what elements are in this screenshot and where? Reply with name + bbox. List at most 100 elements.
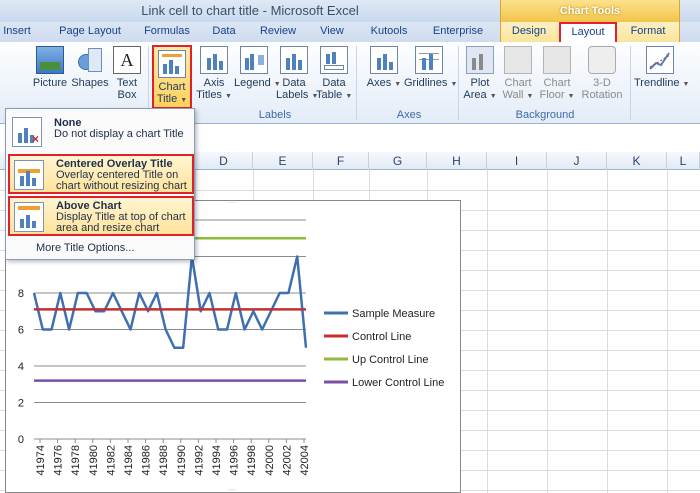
textbox-label-2: Box — [117, 89, 137, 101]
tab-layout[interactable]: Layout — [559, 22, 617, 42]
column-header[interactable]: I — [487, 152, 547, 170]
tab-format[interactable]: Format — [623, 22, 673, 42]
chart-floor-label: Chart — [543, 77, 571, 89]
gridlines-label: Gridlines ▼ — [404, 77, 458, 89]
cell-gridline — [607, 170, 608, 493]
trendline-icon — [646, 46, 674, 74]
x-tick-label: 41994 — [211, 445, 223, 476]
axes-button[interactable]: Axes ▼ — [364, 46, 404, 108]
plot-area-button[interactable]: Plot Area ▼ — [462, 46, 498, 108]
chart-wall-button[interactable]: Chart Wall ▼ — [500, 46, 536, 108]
textbox-label: Text — [116, 77, 138, 89]
x-tick-label: 42004 — [299, 445, 311, 476]
group-label-labels: Labels — [258, 109, 292, 121]
axes-icon — [370, 46, 398, 74]
picture-button[interactable]: Picture — [30, 46, 70, 108]
y-tick-label: 0 — [18, 434, 24, 446]
x-tick-label: 41988 — [158, 445, 170, 476]
more-title-options[interactable]: More Title Options... — [36, 242, 134, 254]
picture-label: Picture — [32, 77, 68, 89]
column-header[interactable]: H — [427, 152, 487, 170]
data-labels-icon — [280, 46, 308, 74]
x-tick-label: 41976 — [53, 445, 65, 476]
axis-titles-icon — [200, 46, 228, 74]
x-tick-label: 41990 — [176, 445, 188, 476]
column-header[interactable]: D — [195, 152, 253, 170]
legend-entry: Sample Measure — [352, 308, 435, 320]
data-labels-button[interactable]: Data Labels ▼ — [276, 46, 319, 108]
data-table-label-2: Table ▼ — [316, 89, 353, 101]
tab-page-layout[interactable]: Page Layout — [52, 22, 128, 42]
3d-rotation-button[interactable]: 3-D Rotation — [578, 46, 626, 108]
column-header[interactable]: F — [313, 152, 369, 170]
menu-item-above-chart[interactable]: Above Chart Display Title at top of char… — [8, 196, 194, 236]
menu-item-above-desc: Display Title at top of chart area and r… — [56, 211, 186, 234]
chart-title-menu: × None Do not display a chart Title Cent… — [5, 108, 195, 260]
chart-title-button[interactable]: Chart Title ▼ — [152, 45, 192, 109]
chart-tools-label: Chart Tools — [559, 5, 621, 17]
column-header[interactable]: E — [253, 152, 313, 170]
tab-insert[interactable]: Insert — [0, 22, 34, 42]
x-tick-label: 41986 — [141, 445, 153, 476]
tab-design[interactable]: Design — [505, 22, 553, 42]
data-labels-label-2: Labels ▼ — [276, 89, 319, 101]
x-tick-label: 41996 — [229, 445, 241, 476]
chart-floor-button[interactable]: Chart Floor ▼ — [538, 46, 576, 108]
above-chart-icon — [14, 202, 44, 232]
chart-tools-header: Chart Tools — [500, 0, 680, 22]
tab-enterprise[interactable]: Enterprise — [424, 22, 492, 42]
y-tick-label: 8 — [18, 288, 24, 300]
cell-gridline — [487, 170, 488, 493]
x-tick-label: 41978 — [70, 445, 82, 476]
tab-view[interactable]: View — [310, 22, 354, 42]
centered-overlay-icon — [14, 160, 44, 190]
menu-item-centered-desc: Overlay centered Title on chart without … — [56, 169, 187, 192]
column-header[interactable]: G — [369, 152, 427, 170]
y-tick-label: 4 — [18, 361, 24, 373]
column-header[interactable]: J — [547, 152, 607, 170]
chart-floor-label-2: Floor ▼ — [539, 89, 575, 101]
axes-label: Axes ▼ — [366, 77, 402, 89]
menu-item-none[interactable]: × None Do not display a chart Title — [8, 113, 194, 153]
legend-entry: Up Control Line — [352, 354, 428, 366]
y-tick-label: 6 — [18, 325, 24, 337]
legend-entry: Lower Control Line — [352, 377, 444, 389]
x-tick-label: 41992 — [193, 445, 205, 476]
chart-wall-label-2: Wall ▼ — [502, 89, 534, 101]
legend-entry: Control Line — [352, 331, 411, 343]
tab-data[interactable]: Data — [204, 22, 244, 42]
plot-area-label-2: Area ▼ — [463, 89, 497, 101]
menu-item-centered-overlay[interactable]: Centered Overlay Title Overlay centered … — [8, 154, 194, 194]
3d-rotation-icon — [588, 46, 616, 74]
picture-icon — [36, 46, 64, 74]
gridlines-icon — [415, 46, 443, 74]
axis-titles-button[interactable]: Axis Titles ▼ — [196, 46, 232, 108]
x-tick-label: 41980 — [88, 445, 100, 476]
tab-formulas[interactable]: Formulas — [136, 22, 198, 42]
gridlines-button[interactable]: Gridlines ▼ — [404, 46, 458, 108]
trendline-label: Trendline ▼ — [634, 77, 690, 89]
shapes-icon — [76, 46, 104, 74]
shapes-button[interactable]: Shapes — [70, 46, 110, 108]
x-tick-label: 41974 — [35, 445, 47, 476]
tab-kutools[interactable]: Kutools — [362, 22, 416, 42]
data-labels-label: Data — [282, 77, 306, 89]
group-label-axes: Axes — [396, 109, 422, 121]
x-tick-label: 42002 — [281, 445, 293, 476]
column-header[interactable]: K — [607, 152, 667, 170]
legend-button[interactable]: Legend ▼ — [234, 46, 281, 108]
plot-area-icon — [466, 46, 494, 74]
group-label-background: Background — [515, 109, 575, 121]
column-header[interactable]: L — [667, 152, 700, 170]
legend-label: Legend ▼ — [234, 77, 281, 89]
chart-floor-icon — [543, 46, 571, 74]
x-tick-label: 41982 — [105, 445, 117, 476]
axis-titles-label: Axis — [203, 77, 225, 89]
textbox-button[interactable]: A Text Box — [110, 46, 144, 108]
tab-review[interactable]: Review — [254, 22, 302, 42]
separator — [630, 46, 631, 120]
trendline-button[interactable]: Trendline ▼ — [634, 46, 690, 108]
chart-title-label-2: Title ▼ — [156, 93, 188, 105]
data-table-icon — [320, 46, 348, 74]
data-table-button[interactable]: Data Table ▼ — [316, 46, 352, 108]
